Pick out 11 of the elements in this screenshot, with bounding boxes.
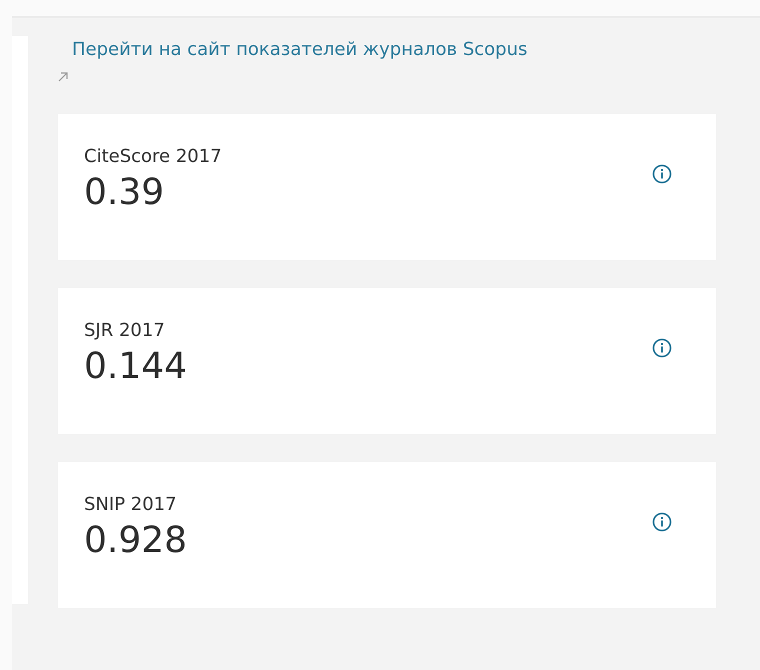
metric-value: 0.144 [84,345,188,389]
external-link-icon [58,72,68,82]
info-icon[interactable] [652,164,672,184]
metric-label: SJR 2017 [84,319,166,343]
metric-label: CiteScore 2017 [84,145,222,169]
scopus-link[interactable]: Перейти на сайт показателей журналов Scopus [72,39,528,60]
info-icon[interactable] [652,512,672,532]
metric-value: 0.928 [84,519,188,563]
info-icon[interactable] [652,338,672,358]
metric-value: 0.39 [84,171,166,215]
metric-label: SNIP 2017 [84,493,178,517]
